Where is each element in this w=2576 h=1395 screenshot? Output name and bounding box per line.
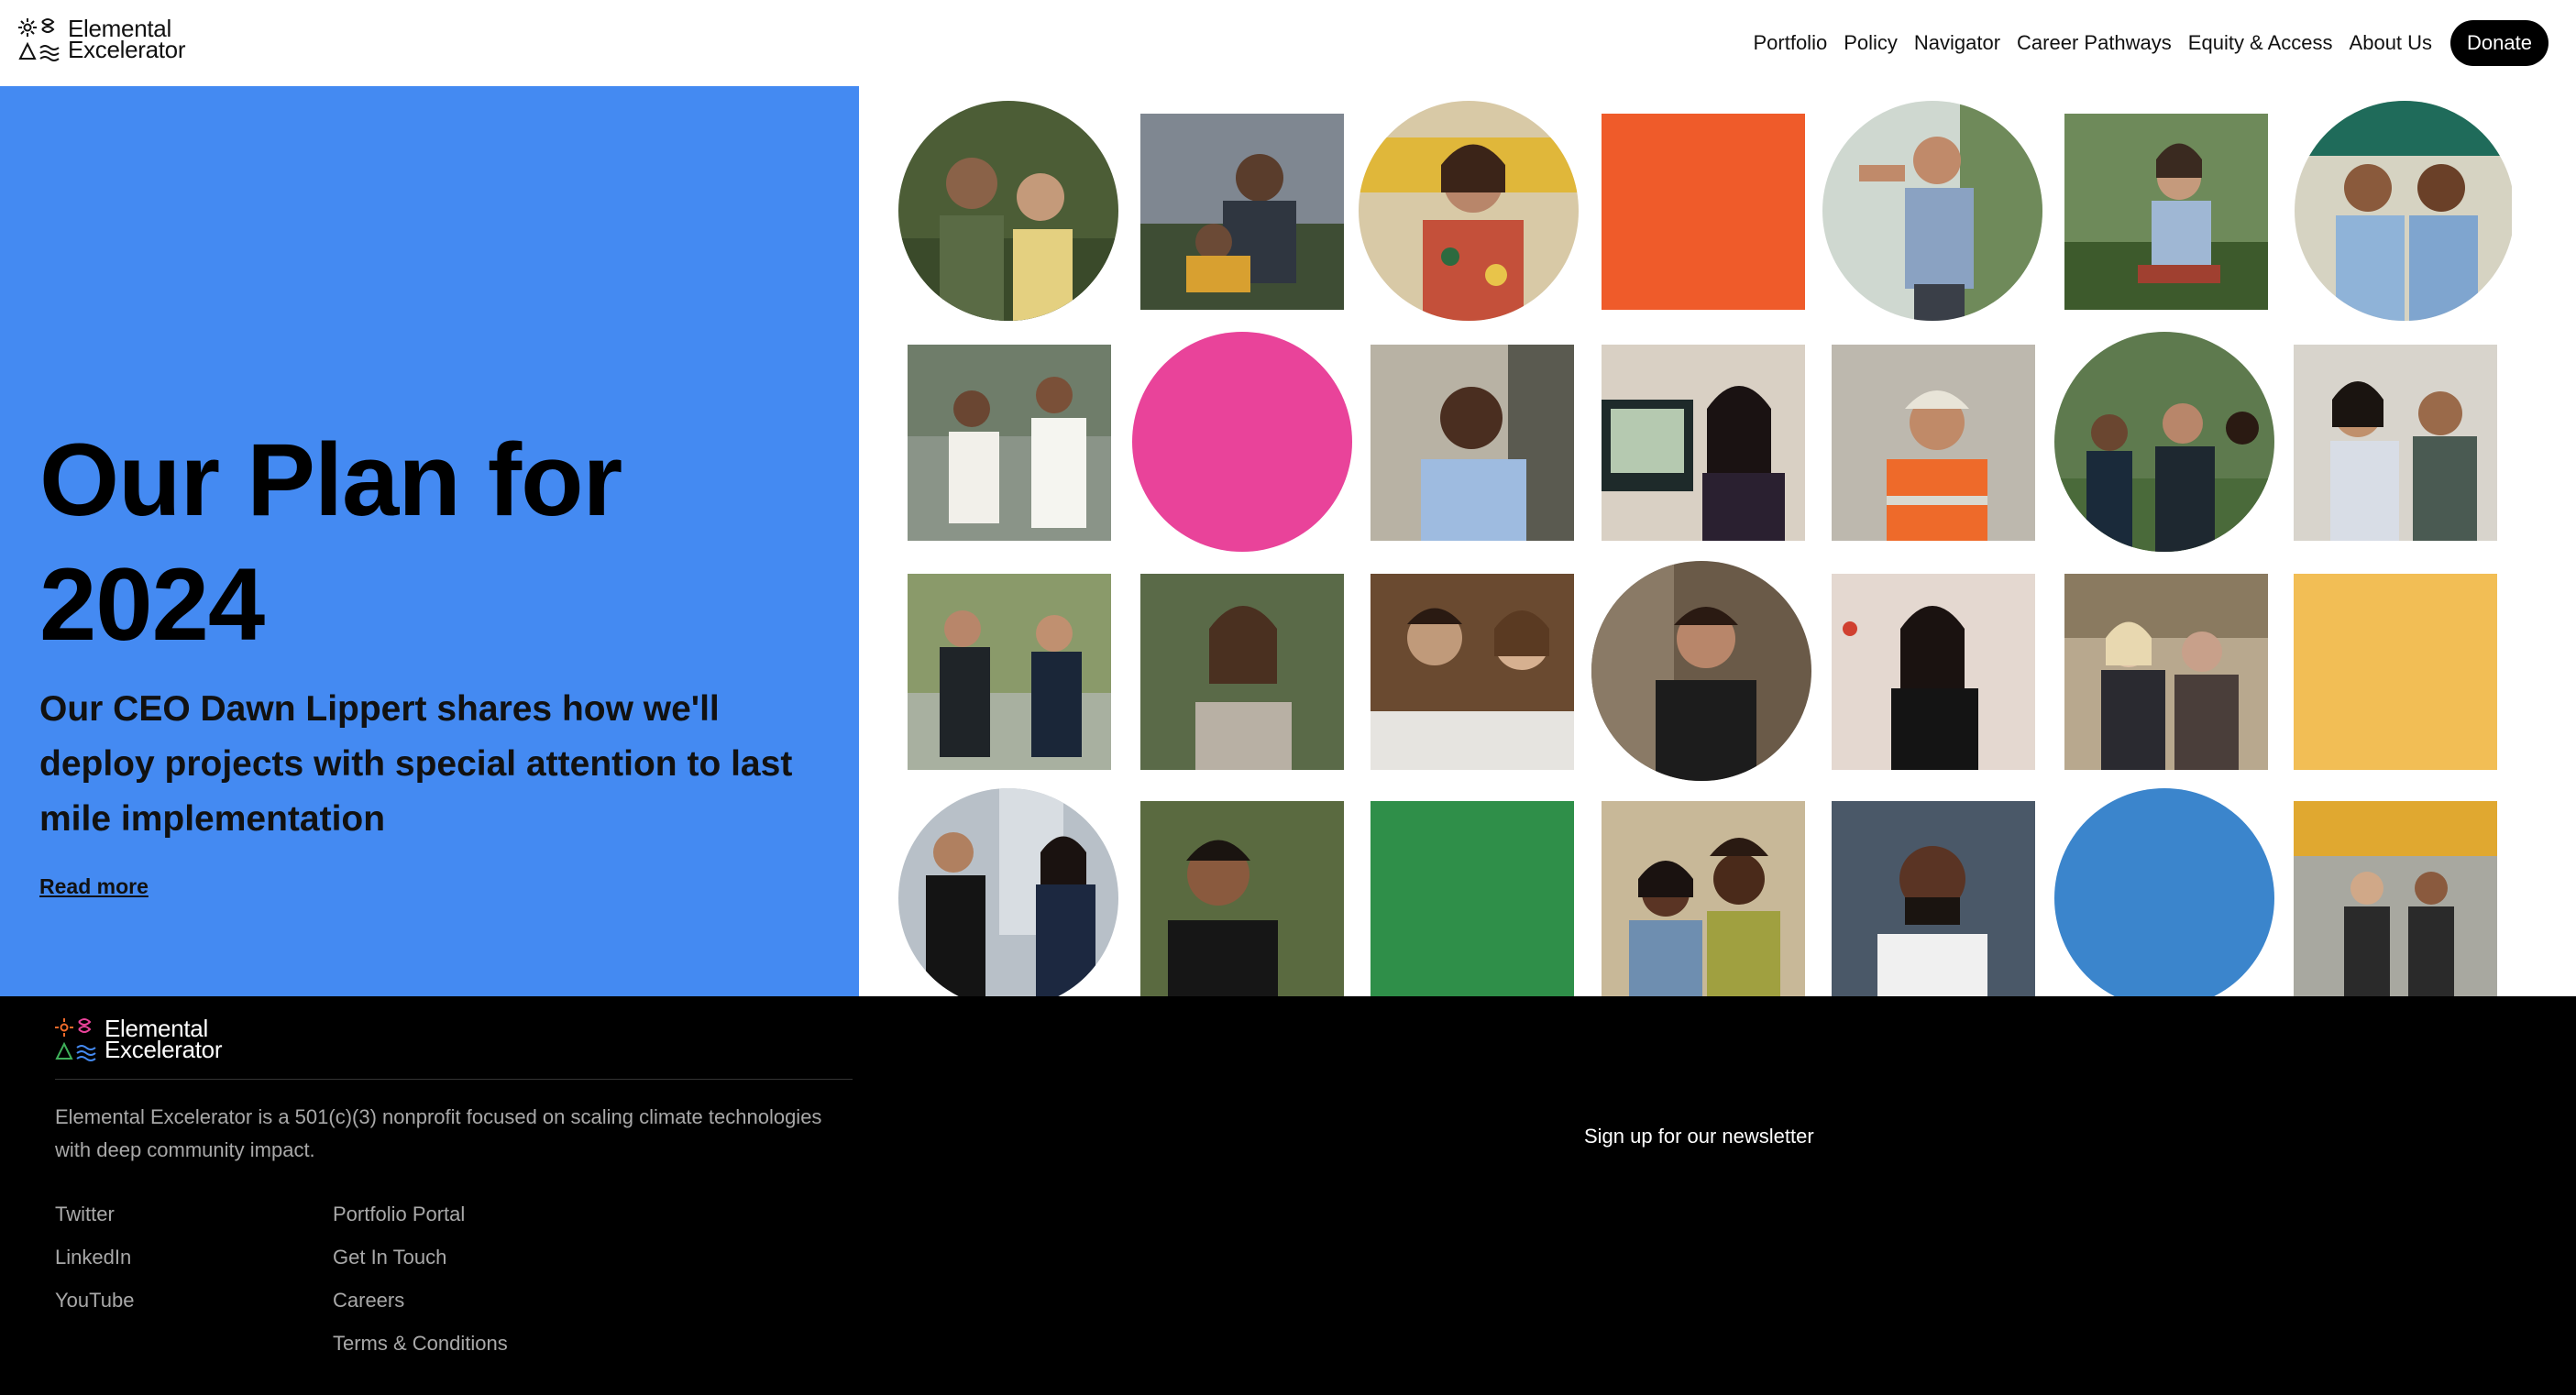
footer-wordmark: Elemental Excelerator bbox=[105, 1016, 223, 1063]
photo-two-women-laughing bbox=[1602, 801, 1805, 996]
pink-color-circle bbox=[1132, 332, 1352, 552]
logo-line-2: Excelerator bbox=[68, 36, 186, 63]
photo-worker-hardhat bbox=[1832, 345, 2035, 541]
photo-man-waving bbox=[1822, 101, 2042, 321]
twitter-link[interactable]: Twitter bbox=[55, 1192, 134, 1236]
hero-subtitle: Our CEO Dawn Lippert shares how we'll de… bbox=[39, 689, 793, 839]
nav-portfolio[interactable]: Portfolio bbox=[1753, 31, 1827, 55]
photo-family-outdoor bbox=[1140, 114, 1344, 310]
nav-policy[interactable]: Policy bbox=[1844, 31, 1898, 55]
portfolio-portal-link[interactable]: Portfolio Portal bbox=[333, 1192, 508, 1236]
site-footer: Elemental Excelerator Elemental Excelera… bbox=[0, 996, 2576, 1395]
blue-color-circle bbox=[2054, 788, 2274, 996]
photo-two-women-shop bbox=[2064, 574, 2268, 770]
logo-wordmark: Elemental Excelerator bbox=[68, 16, 186, 63]
nav-equity-access[interactable]: Equity & Access bbox=[2188, 31, 2333, 55]
photo-man-portrait bbox=[1140, 801, 1344, 996]
photo-students-lab bbox=[1371, 574, 1574, 770]
photo-two-people-sitting bbox=[2294, 345, 2497, 541]
footer-divider bbox=[55, 1079, 853, 1080]
green-color-tile bbox=[1371, 801, 1574, 996]
linkedin-link[interactable]: LinkedIn bbox=[55, 1236, 134, 1279]
get-in-touch-link[interactable]: Get In Touch bbox=[333, 1236, 508, 1279]
hero-title: Our Plan for 2024 bbox=[39, 423, 622, 662]
newsletter-signup-link[interactable]: Sign up for our newsletter bbox=[1584, 1125, 1814, 1148]
footer-description: Elemental Excelerator is a 501(c)(3) non… bbox=[55, 1105, 822, 1161]
logo-mark-icon bbox=[18, 18, 60, 61]
site-header: Elemental Excelerator Portfolio Policy N… bbox=[0, 0, 2576, 86]
yellow-color-tile bbox=[2294, 574, 2497, 770]
donate-button[interactable]: Donate bbox=[2450, 20, 2548, 66]
photo-man-beard bbox=[1832, 801, 2035, 996]
main-nav: Portfolio Policy Navigator Career Pathwa… bbox=[1736, 20, 2548, 66]
photo-woman-at-computer bbox=[1602, 345, 1805, 541]
site-logo[interactable]: Elemental Excelerator bbox=[18, 16, 186, 63]
footer-social-links: Twitter LinkedIn YouTube bbox=[55, 1192, 134, 1322]
read-more-link[interactable]: Read more bbox=[39, 874, 149, 899]
youtube-link[interactable]: YouTube bbox=[55, 1279, 134, 1322]
photo-man-by-tree bbox=[1591, 561, 1811, 781]
photo-two-people-city bbox=[898, 788, 1118, 996]
photo-workers-vests bbox=[2294, 801, 2497, 996]
photo-man-smiling bbox=[1371, 345, 1574, 541]
team-photo-grid bbox=[898, 101, 2512, 996]
photo-two-women-goggles bbox=[2295, 101, 2512, 321]
footer-site-links: Portfolio Portal Get In Touch Careers Te… bbox=[333, 1192, 508, 1365]
orange-color-tile bbox=[1602, 114, 1805, 310]
hero-panel: Our Plan for 2024 Our CEO Dawn Lippert s… bbox=[0, 86, 859, 996]
footer-logo[interactable]: Elemental Excelerator bbox=[55, 1016, 223, 1063]
photo-woman-smiling bbox=[1832, 574, 2035, 770]
photo-toast-by-water bbox=[908, 345, 1111, 541]
photo-woman-glasses bbox=[1140, 574, 1344, 770]
photo-group-outdoor bbox=[2054, 332, 2274, 552]
logo-mark-icon bbox=[55, 1018, 96, 1061]
photo-woman-laughing bbox=[1359, 101, 1579, 321]
nav-navigator[interactable]: Navigator bbox=[1914, 31, 2000, 55]
terms-conditions-link[interactable]: Terms & Conditions bbox=[333, 1322, 508, 1365]
footer-logo-line-2: Excelerator bbox=[105, 1036, 223, 1063]
careers-link[interactable]: Careers bbox=[333, 1279, 508, 1322]
nav-about-us[interactable]: About Us bbox=[2350, 31, 2433, 55]
photo-woman-garden bbox=[2064, 114, 2268, 310]
nav-career-pathways[interactable]: Career Pathways bbox=[2017, 31, 2172, 55]
photo-two-men-by-water bbox=[908, 574, 1111, 770]
photo-couple bbox=[898, 101, 1118, 321]
